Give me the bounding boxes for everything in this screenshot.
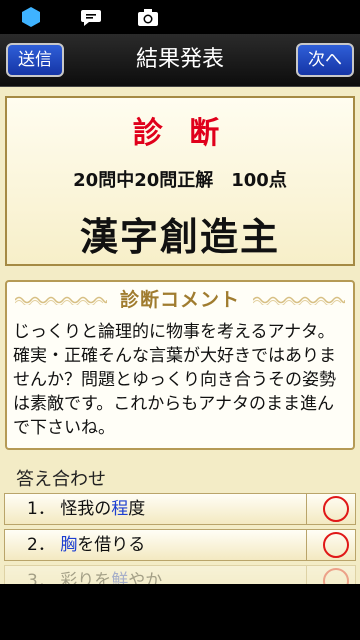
camera-icon [138,9,158,26]
question-number: 3． [27,571,55,584]
hexagon-app-icon [22,7,40,27]
correct-circle-icon [323,532,349,558]
question-text: 彩りを [60,571,112,584]
answer-row-1[interactable]: 1． 怪我の程度 [4,493,356,525]
comment-header: 診断コメント [7,287,353,313]
question-target-kanji: 鮮 [111,571,129,584]
ornament-right-decoration [253,296,345,305]
bottom-bar [0,584,360,640]
page-title: 結果発表 [135,47,224,72]
comment-text: じっくりと論理的に物事を考えるアナタ。確実・正確そんな言葉が大好きではありません… [13,322,336,438]
status-bar [0,0,360,34]
score-text: 20問中20問正解 100点 [73,170,287,191]
answers-list: 1． 怪我の程度 2． 胸を借りる 3． 彩りを鮮やか [4,493,356,584]
comment-card: 診断コメント じっくりと論理的に物事を考えるアナタ。確実・正確そんな言葉が大好き… [5,280,355,450]
diagnosis-heading: 診 断 [132,116,228,151]
question-target-kanji: 程 [111,499,129,519]
answer-row-3[interactable]: 3． 彩りを鮮やか [4,565,356,584]
rank-title: 漢字創造主 [79,215,280,259]
question-text: やか [128,571,163,584]
send-button[interactable]: 送信 [6,43,64,77]
chat-bubble-icon [81,10,101,26]
question-number: 2． [27,535,55,555]
answer-question: 1． 怪我の程度 [5,494,307,524]
question-target-kanji: 胸 [60,535,78,555]
next-button[interactable]: 次へ [296,43,354,77]
answer-row-2[interactable]: 2． 胸を借りる [4,529,356,561]
app-header: 送信 結果発表 次へ [0,34,360,87]
result-card: 診 断 20問中20問正解 100点 漢字創造主 [5,96,355,266]
correct-circle-icon [323,496,349,522]
question-text: を借りる [77,535,146,555]
question-text: 怪我の [60,499,112,519]
result-content: 診 断 20問中20問正解 100点 漢字創造主 診断コメント じっくりと論理的… [0,87,360,584]
question-number: 1． [27,499,55,519]
ornament-left-decoration [15,296,107,305]
answers-section-label: 答え合わせ [16,469,106,490]
comment-title: 診断コメント [119,289,240,311]
question-text: 度 [128,499,146,519]
answer-question: 3． 彩りを鮮やか [5,566,307,584]
correct-circle-icon [323,568,349,584]
answer-question: 2． 胸を借りる [5,530,307,560]
